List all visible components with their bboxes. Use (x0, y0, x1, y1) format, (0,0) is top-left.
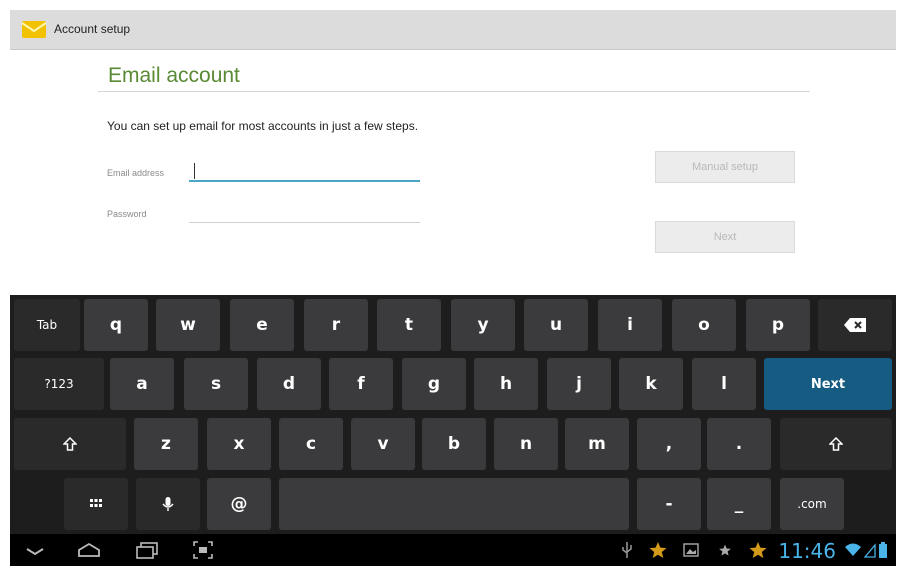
manual-setup-button[interactable]: Manual setup (655, 151, 795, 183)
text-cursor (194, 163, 195, 179)
next-button[interactable]: Next (655, 221, 795, 253)
email-address-label: Email address (107, 168, 165, 178)
screenshot-icon[interactable] (192, 540, 214, 560)
star-outline-icon (719, 544, 731, 556)
system-bar: 11:46 (10, 534, 896, 566)
key-dotcom[interactable]: .com (780, 478, 844, 530)
key-f[interactable]: f (329, 358, 393, 410)
signal-icon (864, 543, 876, 558)
home-icon[interactable] (76, 540, 102, 560)
app-title: Account setup (54, 22, 131, 36)
key-shift-left[interactable] (14, 418, 126, 470)
key-j[interactable]: j (547, 358, 611, 410)
password-input[interactable] (189, 203, 420, 223)
shift-icon (63, 437, 77, 451)
key-i[interactable]: i (598, 299, 662, 351)
gallery-notification-icon (683, 543, 699, 557)
key-u[interactable]: u (524, 299, 588, 351)
key-backspace[interactable] (818, 299, 892, 351)
key-a[interactable]: a (110, 358, 174, 410)
key-m[interactable]: m (565, 418, 629, 470)
key-q[interactable]: q (84, 299, 148, 351)
wifi-icon (845, 543, 861, 556)
key-k[interactable]: k (619, 358, 683, 410)
title-divider (98, 91, 810, 92)
battery-icon (879, 542, 887, 558)
key-voice[interactable] (136, 478, 200, 530)
status-clock: 11:46 (778, 539, 836, 563)
key-settings[interactable] (64, 478, 128, 530)
key-t[interactable]: t (377, 299, 441, 351)
key-b[interactable]: b (422, 418, 486, 470)
key-w[interactable]: w (156, 299, 220, 351)
email-address-input[interactable] (189, 162, 420, 182)
key-g[interactable]: g (402, 358, 466, 410)
action-bar: Account setup (10, 10, 896, 50)
intro-text: You can set up email for most accounts i… (107, 119, 419, 133)
key-period[interactable]: . (707, 418, 771, 470)
key-c[interactable]: c (279, 418, 343, 470)
key-s[interactable]: s (184, 358, 248, 410)
key-underscore[interactable]: _ (707, 478, 771, 530)
hide-keyboard-icon[interactable] (24, 540, 46, 560)
key-l[interactable]: l (692, 358, 756, 410)
key-e[interactable]: e (230, 299, 294, 351)
key-z[interactable]: z (134, 418, 198, 470)
page-title: Email account (108, 64, 240, 87)
key-x[interactable]: x (207, 418, 271, 470)
usb-icon (622, 542, 632, 558)
key-y[interactable]: y (451, 299, 515, 351)
key-n[interactable]: n (494, 418, 558, 470)
key-tab[interactable]: Tab (14, 299, 80, 351)
key-o[interactable]: o (672, 299, 736, 351)
key-d[interactable]: d (257, 358, 321, 410)
backspace-icon (844, 318, 866, 332)
shift-icon (829, 437, 843, 451)
key-h[interactable]: h (474, 358, 538, 410)
key-p[interactable]: p (746, 299, 810, 351)
key-at[interactable]: @ (207, 478, 271, 530)
key-space[interactable] (279, 478, 629, 530)
key-symbols[interactable]: ?123 (14, 358, 104, 410)
email-app-icon[interactable] (20, 17, 48, 41)
keyboard-settings-icon (90, 499, 102, 507)
key-next[interactable]: Next (764, 358, 892, 410)
key-hyphen[interactable]: - (637, 478, 701, 530)
key-r[interactable]: r (304, 299, 368, 351)
recent-apps-icon[interactable] (134, 540, 160, 560)
microphone-icon (162, 497, 174, 511)
key-comma[interactable]: , (637, 418, 701, 470)
star-notification-icon-2 (749, 542, 767, 558)
soft-keyboard: Tab q w e r t y u i o p ?123 a s d f g h… (10, 295, 896, 534)
star-notification-icon (649, 542, 667, 558)
password-label: Password (107, 209, 147, 219)
key-shift-right[interactable] (780, 418, 892, 470)
key-v[interactable]: v (351, 418, 415, 470)
